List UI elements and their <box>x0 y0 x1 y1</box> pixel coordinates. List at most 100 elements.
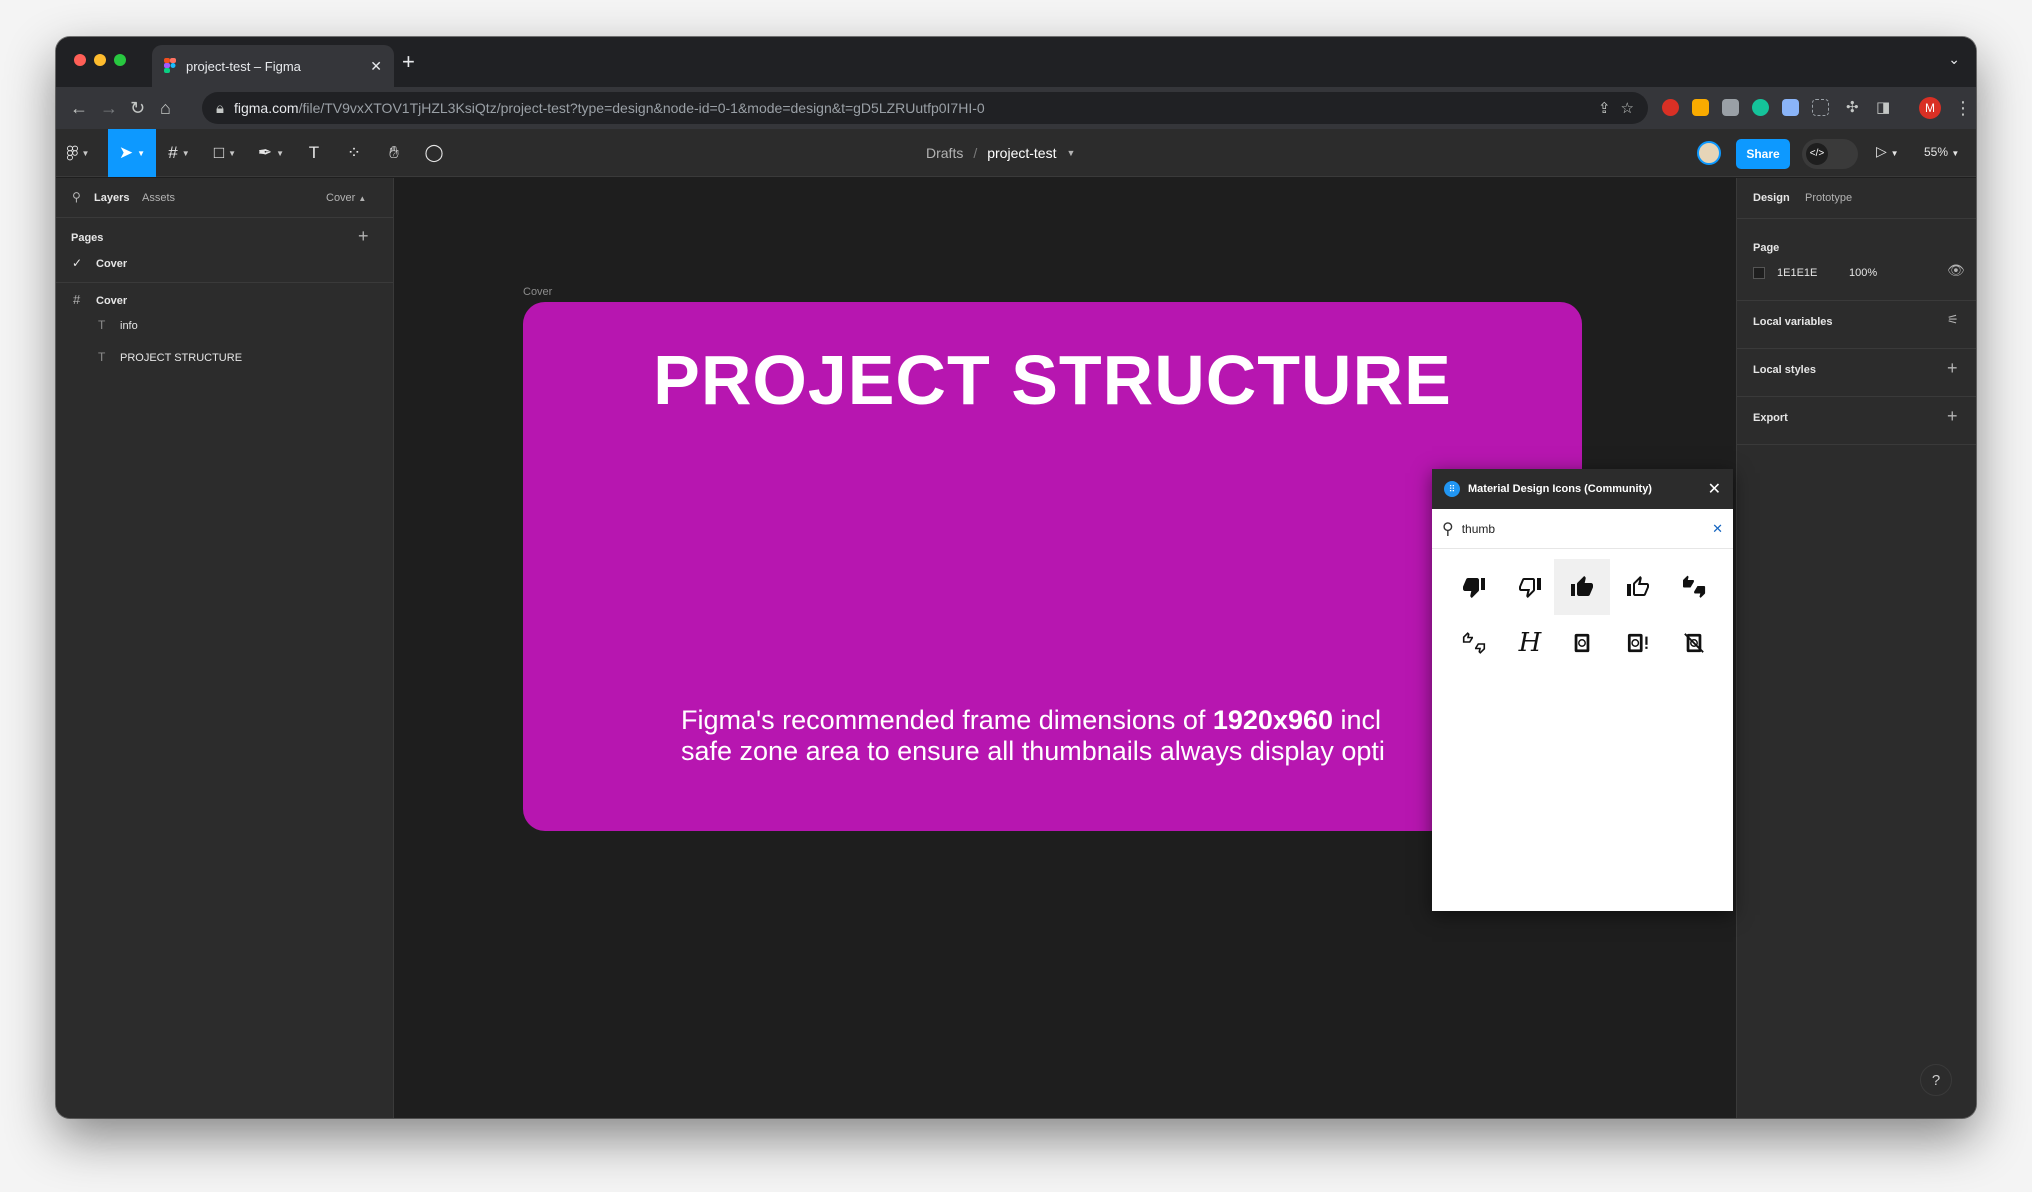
breadcrumb-drafts[interactable]: Drafts <box>926 145 963 161</box>
page-item-cover[interactable]: Cover <box>96 258 127 270</box>
cursor-icon: ➤ <box>118 143 134 162</box>
thumb-up-icon[interactable] <box>1554 559 1610 615</box>
tab-close-icon[interactable]: ✕ <box>370 58 382 75</box>
tab-search-chevron-icon[interactable]: ⌄ <box>1948 51 1960 68</box>
cover-title-text[interactable]: PROJECT STRUCTURE <box>523 340 1582 420</box>
new-tab-button[interactable]: + <box>402 49 415 75</box>
frame-tool-button[interactable]: # ▼ <box>156 129 202 177</box>
tab-assets[interactable]: Assets <box>142 192 175 204</box>
tab-title: project-test – Figma <box>186 58 301 74</box>
comment-tool-button[interactable]: ◯ <box>414 129 454 177</box>
user-avatar[interactable] <box>1697 141 1721 165</box>
export-label[interactable]: Export <box>1753 412 1788 424</box>
add-export-plus-icon[interactable]: + <box>1947 406 1958 427</box>
notebook-alert-icon[interactable] <box>1610 615 1666 671</box>
thumb-down-outline-icon[interactable] <box>1502 559 1558 615</box>
extension-icon[interactable] <box>1662 99 1679 116</box>
hand-tool-button[interactable]: ✋︎ <box>374 129 414 177</box>
tab-design[interactable]: Design <box>1753 192 1790 204</box>
add-style-plus-icon[interactable]: + <box>1947 358 1958 379</box>
frame-label[interactable]: Cover <box>523 286 552 298</box>
cover-frame[interactable]: PROJECT STRUCTURE Figma's recommended fr… <box>523 302 1582 831</box>
reload-icon[interactable]: ↻ <box>130 97 145 119</box>
camera-extension-icon[interactable] <box>1722 99 1739 116</box>
resources-tool-button[interactable]: ⁘ <box>334 129 374 177</box>
add-page-plus-icon[interactable]: + <box>358 226 369 247</box>
thumbs-up-down-outline-icon[interactable] <box>1446 615 1502 671</box>
layer-text-info[interactable]: info <box>120 320 138 332</box>
close-icon[interactable]: ✕ <box>1708 479 1721 499</box>
minimize-window-button[interactable] <box>94 54 106 66</box>
extension-icon[interactable] <box>1782 99 1799 116</box>
back-arrow-icon[interactable]: ← <box>70 97 88 119</box>
page-opacity[interactable]: 100% <box>1849 267 1877 279</box>
share-page-icon[interactable]: ⇪ <box>1598 99 1611 117</box>
side-panel-icon[interactable]: ◨ <box>1876 97 1890 119</box>
design-panel: Design Prototype Page 1E1E1E 100% 👁︎ Loc… <box>1736 178 1976 1118</box>
main-menu-button[interactable]: ▼ <box>56 129 100 177</box>
maximize-window-button[interactable] <box>114 54 126 66</box>
shape-tool-button[interactable]: □ ▼ <box>202 129 248 177</box>
zoom-dropdown[interactable]: 55% ▼ <box>1924 145 1959 159</box>
dev-mode-toggle[interactable]: </> <box>1802 139 1858 169</box>
chevron-down-icon[interactable]: ▼ <box>1066 148 1075 158</box>
rectangle-icon: □ <box>213 143 225 162</box>
search-icon[interactable]: ⚲ <box>72 190 81 204</box>
thumb-down-icon[interactable] <box>1446 559 1502 615</box>
help-button[interactable]: ? <box>1920 1064 1952 1096</box>
plugin-title: Material Design Icons (Community) <box>1468 483 1652 495</box>
profile-avatar[interactable]: M <box>1919 97 1941 119</box>
variables-sliders-icon[interactable]: ⚟ <box>1947 312 1959 328</box>
present-play-icon[interactable]: ▷ ▼ <box>1876 143 1899 160</box>
plugin-search-bar: ⚲ ✕ <box>1432 509 1733 549</box>
notebook-icon[interactable] <box>1554 615 1610 671</box>
text-layer-icon: T <box>98 350 106 364</box>
search-icon: ⚲ <box>1442 520 1454 538</box>
browser-tab[interactable]: project-test – Figma ✕ <box>152 45 394 87</box>
local-styles-label[interactable]: Local styles <box>1753 364 1816 376</box>
notebook-off-icon[interactable] <box>1666 615 1722 671</box>
local-variables-label[interactable]: Local variables <box>1753 316 1833 328</box>
hubspot-h-icon[interactable]: H <box>1502 615 1558 671</box>
pen-tool-button[interactable]: ✒ ▼ <box>248 129 294 177</box>
close-window-button[interactable] <box>74 54 86 66</box>
page-section-heading: Page <box>1753 242 1780 254</box>
home-icon[interactable]: ⌂ <box>160 97 171 119</box>
layer-text-project-structure[interactable]: PROJECT STRUCTURE <box>120 352 242 364</box>
plugin-header[interactable]: ⠿ Material Design Icons (Community) ✕ <box>1432 469 1733 509</box>
more-menu-icon[interactable]: ⋮ <box>1954 97 1972 119</box>
page-color-hex[interactable]: 1E1E1E <box>1777 267 1817 279</box>
file-name[interactable]: project-test <box>987 145 1056 161</box>
screenshot-extension-icon[interactable] <box>1812 99 1829 116</box>
plugin-logo-icon: ⠿ <box>1444 481 1460 497</box>
forward-arrow-icon[interactable]: → <box>100 97 118 119</box>
tab-layers[interactable]: Layers <box>94 192 129 204</box>
bookmark-star-icon[interactable]: ☆ <box>1621 99 1634 117</box>
tab-prototype[interactable]: Prototype <box>1805 192 1852 204</box>
chevron-up-icon: ▲ <box>358 194 367 203</box>
frame-hash-icon: # <box>73 292 81 307</box>
frame-hash-icon: # <box>168 143 178 162</box>
address-bar[interactable]: 🔒︎ figma.com/file/TV9vxXTOV1TjHZL3KsiQtz… <box>202 92 1648 124</box>
visibility-eye-icon[interactable]: 👁︎ <box>1947 262 1965 279</box>
extension-icon[interactable] <box>1692 99 1709 116</box>
move-tool-button[interactable]: ➤ ▼ <box>108 129 156 177</box>
thumbs-up-down-icon[interactable] <box>1666 559 1722 615</box>
share-button[interactable]: Share <box>1736 139 1790 169</box>
browser-window: project-test – Figma ✕ + ⌄ ← → ↻ ⌂ 🔒︎ fi… <box>56 37 1976 1118</box>
page-dropdown[interactable]: Cover ▲ <box>326 192 366 204</box>
clear-search-icon[interactable]: ✕ <box>1712 521 1723 537</box>
code-icon: </> <box>1806 143 1828 165</box>
icon-search-input[interactable] <box>1461 521 1705 536</box>
components-icon: ⁘ <box>346 143 362 162</box>
url-text[interactable]: figma.com/file/TV9vxXTOV1TjHZL3KsiQtz/pr… <box>234 100 1588 116</box>
browser-toolbar: ← → ↻ ⌂ 🔒︎ figma.com/file/TV9vxXTOV1TjHZ… <box>56 87 1976 129</box>
page-color-swatch[interactable] <box>1753 267 1765 279</box>
plugin-window: ⠿ Material Design Icons (Community) ✕ ⚲ … <box>1432 469 1733 911</box>
puzzle-extensions-icon[interactable]: ✣ <box>1846 97 1859 119</box>
grammarly-extension-icon[interactable] <box>1752 99 1769 116</box>
text-tool-button[interactable]: T <box>294 129 334 177</box>
thumb-up-outline-icon[interactable] <box>1610 559 1666 615</box>
layer-frame-cover[interactable]: Cover <box>96 295 127 307</box>
breadcrumb-separator: / <box>973 145 978 161</box>
